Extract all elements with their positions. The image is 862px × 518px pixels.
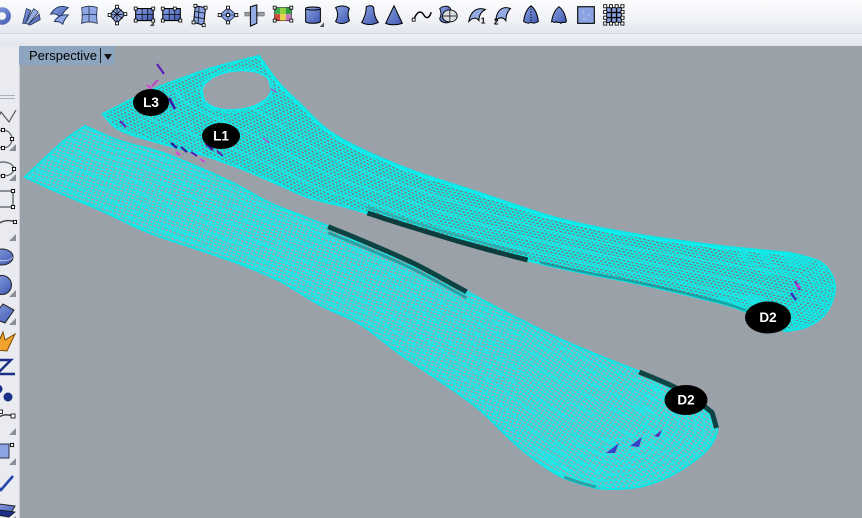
svg-text:D2: D2 — [759, 310, 776, 325]
svg-text:L3: L3 — [143, 95, 159, 110]
svg-text:L1: L1 — [213, 129, 229, 144]
svg-text:2: 2 — [494, 16, 499, 26]
svg-text:1: 1 — [481, 15, 486, 25]
svg-text:D2: D2 — [677, 393, 694, 408]
